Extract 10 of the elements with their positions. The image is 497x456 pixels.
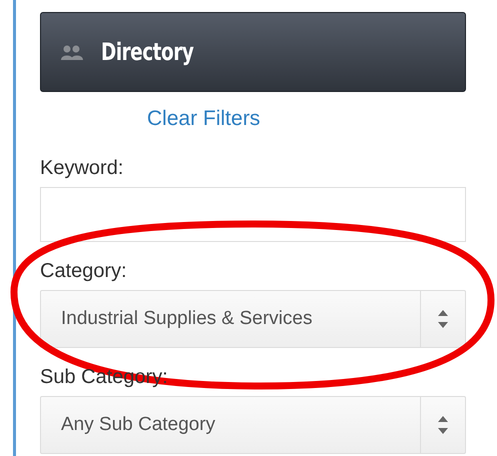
up-down-arrows-icon [437, 308, 449, 330]
dropdown-select[interactable]: Any Sub Category [40, 396, 466, 454]
up-down-arrows-icon [437, 414, 449, 436]
people-icon [61, 44, 83, 60]
header-title: Directory [101, 38, 194, 66]
dropdown-select[interactable]: Industrial Supplies & Services [40, 290, 466, 348]
field-label: Keyword: [40, 157, 124, 180]
directory-header[interactable]: Directory [40, 12, 466, 92]
field-label: Category: [40, 260, 127, 283]
clear-filters-link[interactable]: Clear Filters [147, 107, 260, 131]
